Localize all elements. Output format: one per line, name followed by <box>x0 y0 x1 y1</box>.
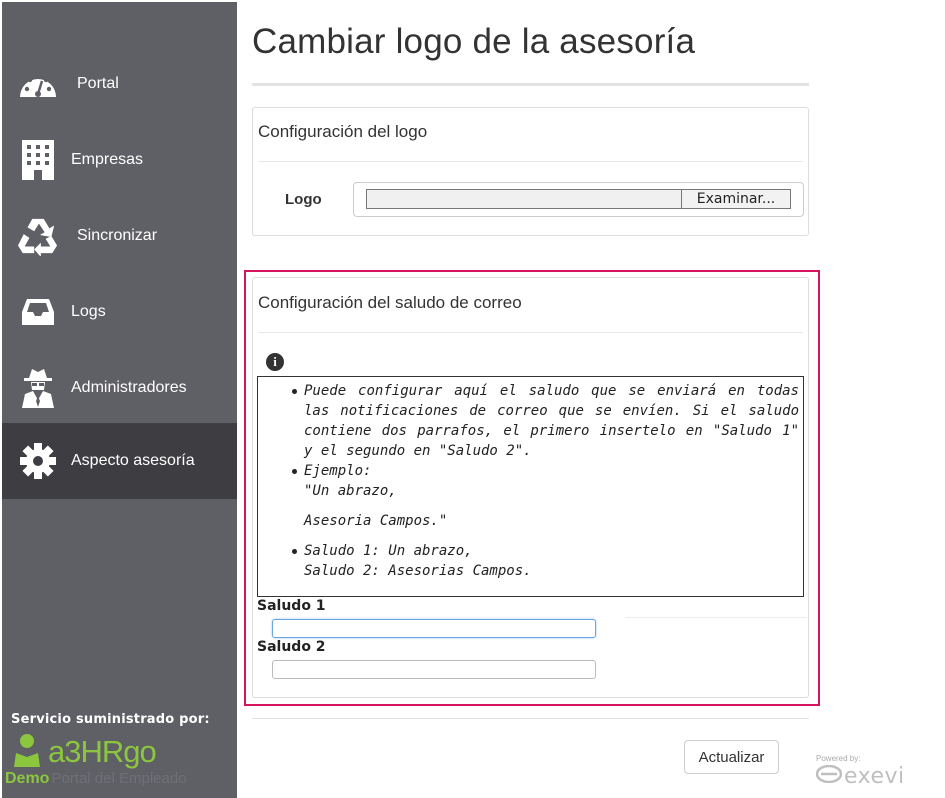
inbox-icon <box>18 292 58 332</box>
brand-name: a3HRgo <box>48 734 157 770</box>
sidebar-item-label: Portal <box>77 75 119 92</box>
help-example-title: Ejemplo: <box>304 463 372 479</box>
building-icon <box>18 140 58 180</box>
recycle-icon <box>18 216 58 256</box>
exevi-logo: exevi <box>815 764 905 789</box>
logo-file-input[interactable] <box>366 189 681 209</box>
help-saludo2-line: Saludo 2: Asesorias Campos. <box>304 563 532 579</box>
sidebar-item-label: Logs <box>71 303 106 320</box>
exevi-mark-icon <box>815 764 843 788</box>
person-icon <box>12 733 42 772</box>
user-secret-icon <box>18 368 58 408</box>
service-provided-label: Servicio suministrado por: <box>11 712 210 727</box>
sidebar-item-portal[interactable]: Portal <box>2 46 237 122</box>
gear-icon <box>18 441 58 481</box>
logo-panel-heading: Configuración del logo <box>258 122 428 141</box>
portal-empleado-label: Portal del Empleado <box>51 770 187 787</box>
help-item: Puede configurar aquí el saludo que se e… <box>292 381 799 461</box>
sidebar-item-aspecto-asesoria[interactable]: Aspecto asesoría <box>2 423 237 499</box>
sidebar-item-administradores[interactable]: Administradores <box>2 350 237 426</box>
brand-tagline: Demo Portal del Empleado <box>5 770 187 788</box>
update-button[interactable]: Actualizar <box>684 740 779 774</box>
help-example-line1: "Un abrazo, <box>304 483 397 499</box>
sidebar-item-label: Sincronizar <box>77 227 158 244</box>
divider-line <box>625 617 807 618</box>
sidebar-item-label: Administradores <box>71 379 187 396</box>
info-icon: i <box>266 353 284 371</box>
exevi-brand: exevi <box>844 764 905 789</box>
sidebar: Portal Empresas Sincronizar Logs Adminis… <box>2 2 237 798</box>
sidebar-item-label: Empresas <box>71 151 144 168</box>
saludo1-label: Saludo 1 <box>257 598 326 614</box>
dashboard-icon <box>18 64 58 104</box>
brand-go: go <box>123 734 156 769</box>
brand-hr: HR <box>80 734 124 769</box>
brand-a3: a3 <box>48 734 81 769</box>
title-divider <box>252 83 809 86</box>
page-title: Cambiar logo de la asesoría <box>252 22 696 61</box>
logo-field-label: Logo <box>285 191 322 208</box>
sidebar-item-sincronizar[interactable]: Sincronizar <box>2 198 237 274</box>
help-saludo1-line: Saludo 1: Un abrazo, <box>304 543 473 559</box>
saludo1-input[interactable] <box>272 619 596 638</box>
footer-divider <box>252 718 809 719</box>
help-list: Puede configurar aquí el saludo que se e… <box>292 381 799 581</box>
sidebar-item-empresas[interactable]: Empresas <box>2 122 237 198</box>
powered-by-label: Powered by: <box>816 754 861 763</box>
browse-button[interactable]: Examinar... <box>681 189 791 209</box>
panel-divider <box>258 161 803 162</box>
saludo2-label: Saludo 2 <box>257 639 326 655</box>
help-box: Puede configurar aquí el saludo que se e… <box>257 376 804 597</box>
saludo2-input[interactable] <box>272 660 596 679</box>
help-example-line2: Asesoria Campos." <box>304 513 448 529</box>
help-item: Ejemplo: "Un abrazo, Asesoria Campos." <box>292 461 799 541</box>
sidebar-item-logs[interactable]: Logs <box>2 274 237 350</box>
demo-label: Demo <box>5 770 50 787</box>
help-item: Saludo 1: Un abrazo, Saludo 2: Asesorias… <box>292 541 799 581</box>
sidebar-item-label: Aspecto asesoría <box>71 452 195 469</box>
brand-logo: a3HRgo <box>12 732 157 772</box>
help-item-text: Puede configurar aquí el saludo que se e… <box>304 383 799 459</box>
